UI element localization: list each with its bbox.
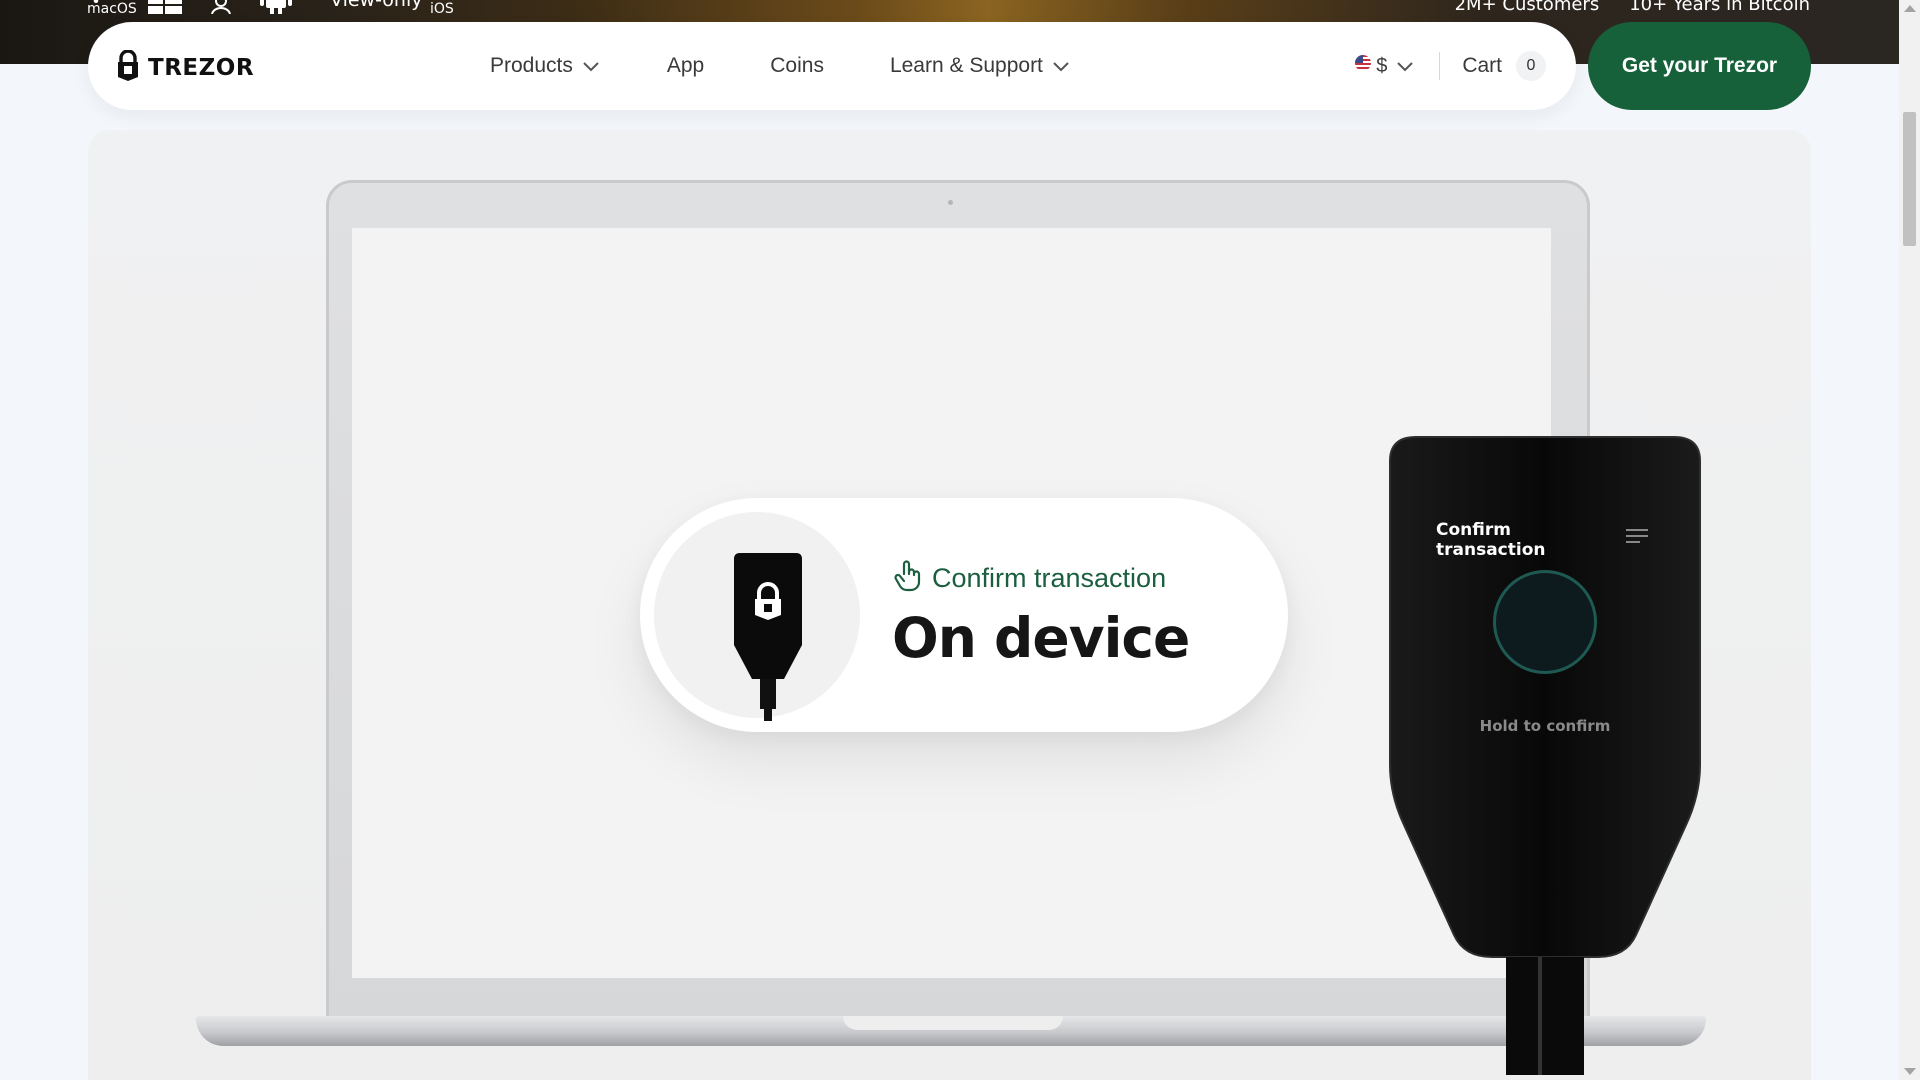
stat-years: 10+ Years in Bitcoin — [1629, 0, 1810, 15]
nav-right-group: $ Cart 0 — [1354, 22, 1546, 110]
nav-item-label: Products — [490, 54, 573, 77]
scroll-down-arrow-icon[interactable] — [1904, 1068, 1916, 1075]
get-your-trezor-button[interactable]: Get your Trezor — [1588, 22, 1811, 110]
nav-item-products[interactable]: Products — [490, 54, 599, 78]
nav-item-label: Learn & Support — [889, 54, 1043, 77]
windows-icon — [148, 0, 182, 18]
nav-links: Products App Coins Learn & Support — [490, 22, 1069, 110]
ios-label: iOS — [430, 1, 454, 17]
laptop-camera — [948, 200, 953, 205]
nav-item-label: App — [666, 54, 705, 77]
chevron-down-icon — [583, 54, 599, 78]
logo-text: TREZOR — [148, 55, 255, 81]
menu-icon — [1626, 529, 1650, 549]
cart-count-badge: 0 — [1516, 51, 1546, 81]
hold-to-confirm-button — [1493, 570, 1597, 674]
confirm-transaction-row: Confirm transaction — [894, 560, 1166, 596]
currency-label: $ — [1376, 54, 1388, 77]
scroll-up-arrow-icon[interactable] — [1904, 5, 1916, 12]
trezor-device-icon — [728, 553, 808, 727]
main-navbar: TREZOR Products App Coins Learn & Suppor… — [88, 22, 1576, 110]
nav-item-learn-support[interactable]: Learn & Support — [890, 54, 1069, 78]
cart-button[interactable]: Cart 0 — [1462, 51, 1546, 81]
laptop-notch — [843, 1016, 1063, 1030]
tap-hand-icon — [894, 560, 922, 596]
platform-label-macos: macOS — [87, 1, 137, 17]
hold-to-confirm-label: Hold to confirm — [1479, 717, 1611, 735]
confirm-transaction-label: Confirm transaction — [932, 562, 1167, 593]
chevron-down-icon — [1053, 54, 1069, 78]
trust-stats: 2M+ Customers 10+ Years in Bitcoin — [1455, 0, 1810, 15]
android-icon — [260, 0, 292, 20]
trezor-logo[interactable]: TREZOR — [116, 49, 255, 86]
scrollbar-thumb[interactable] — [1903, 112, 1916, 246]
trezor-safe-device: Confirm transaction Hold to confirm — [1386, 435, 1704, 1075]
us-flag-icon — [1354, 54, 1372, 78]
lock-logo-icon — [116, 49, 140, 86]
confirm-transaction-card: Confirm transaction On device — [640, 498, 1288, 732]
currency-selector[interactable]: $ — [1354, 54, 1414, 78]
view-only-label: View-only — [330, 0, 423, 11]
page-scrollbar[interactable] — [1899, 0, 1920, 1080]
on-device-headline: On device — [892, 606, 1190, 670]
cart-label: Cart — [1462, 54, 1502, 77]
nav-item-label: Coins — [770, 54, 824, 77]
chevron-down-icon — [1397, 55, 1414, 78]
hero-section: Confirm transaction On device Confirm tr… — [88, 130, 1811, 1080]
linux-icon — [208, 0, 234, 18]
nav-item-coins[interactable]: Coins — [770, 54, 824, 78]
device-screen-title: Confirm transaction — [1436, 520, 1546, 560]
stat-customers: 2M+ Customers — [1454, 0, 1600, 15]
nav-divider — [1439, 52, 1441, 80]
nav-item-app[interactable]: App — [667, 54, 704, 78]
